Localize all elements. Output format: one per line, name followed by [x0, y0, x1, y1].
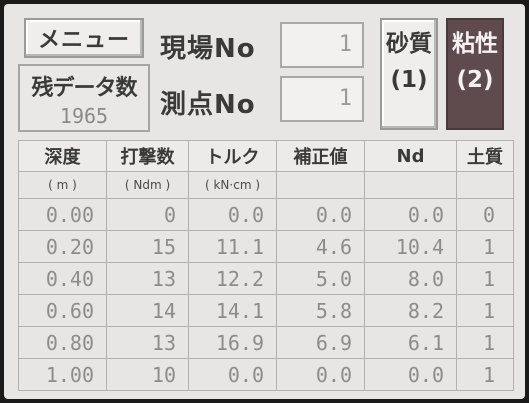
- cell-depth: 0.60: [18, 294, 107, 327]
- cell-torque: 0.0: [188, 198, 277, 231]
- cell-depth: 0.20: [18, 230, 107, 263]
- measurement-table: 深度 打撃数 トルク 補正値 Nd 土質 ( m ) ( Ndm ) ( kN·…: [18, 140, 514, 391]
- cell-blows: 13: [106, 326, 189, 359]
- clay-soil-code: (2): [456, 67, 494, 93]
- sandy-soil-button[interactable]: 砂質 (1): [380, 18, 438, 130]
- cell-blows: 10: [106, 358, 189, 391]
- point-no-label: 測点No: [160, 90, 256, 120]
- header-blows: 打撃数: [106, 140, 189, 172]
- cell-torque: 12.2: [188, 262, 277, 295]
- unit-nd: [364, 171, 457, 199]
- table-row[interactable]: 0.40 13 12.2 5.0 8.0 1: [18, 262, 514, 295]
- clay-soil-button[interactable]: 粘性 (2): [446, 18, 504, 130]
- cell-depth: 0.80: [18, 326, 107, 359]
- site-no-label: 現場No: [160, 34, 256, 64]
- cell-torque: 0.0: [188, 358, 277, 391]
- cell-torque: 11.1: [188, 230, 277, 263]
- cell-soil: 1: [456, 294, 514, 327]
- cell-nd: 6.1: [364, 326, 457, 359]
- remaining-data-value: 1965: [59, 104, 109, 128]
- remaining-data-label: 残データ数: [31, 76, 137, 101]
- cell-soil: 1: [456, 358, 514, 391]
- cell-blows: 13: [106, 262, 189, 295]
- table-row[interactable]: 1.00 10 0.0 0.0 0.0 1: [18, 358, 514, 391]
- cell-soil: 0: [456, 198, 514, 231]
- point-no-field[interactable]: 1: [280, 76, 364, 122]
- cell-nd: 8.0: [364, 262, 457, 295]
- cell-correction: 0.0: [276, 198, 365, 231]
- cell-soil: 1: [456, 262, 514, 295]
- cell-nd: 10.4: [364, 230, 457, 263]
- unit-correction: [276, 171, 365, 199]
- unit-blows: ( Ndm ): [106, 171, 189, 199]
- cell-correction: 5.8: [276, 294, 365, 327]
- unit-soil: [456, 171, 514, 199]
- cell-nd: 0.0: [364, 198, 457, 231]
- header-torque: トルク: [188, 140, 277, 172]
- cell-torque: 16.9: [188, 326, 277, 359]
- cell-correction: 5.0: [276, 262, 365, 295]
- cell-blows: 15: [106, 230, 189, 263]
- device-screen: メニュー 残データ数 1965 現場No 1 測点No 1 砂質 (1) 粘性 …: [4, 4, 525, 399]
- cell-correction: 0.0: [276, 358, 365, 391]
- remaining-data-box: 残データ数 1965: [18, 64, 150, 132]
- cell-nd: 8.2: [364, 294, 457, 327]
- cell-torque: 14.1: [188, 294, 277, 327]
- menu-button[interactable]: メニュー: [24, 18, 144, 58]
- table-row[interactable]: 0.20 15 11.1 4.6 10.4 1: [18, 230, 514, 263]
- table-row[interactable]: 0.60 14 14.1 5.8 8.2 1: [18, 294, 514, 327]
- unit-torque: ( kN·cm ): [188, 171, 277, 199]
- table-header-row: 深度 打撃数 トルク 補正値 Nd 土質: [18, 140, 514, 172]
- sandy-soil-code: (1): [390, 67, 428, 93]
- cell-blows: 14: [106, 294, 189, 327]
- cell-nd: 0.0: [364, 358, 457, 391]
- header-depth: 深度: [18, 140, 107, 172]
- clay-soil-label: 粘性: [452, 31, 498, 57]
- cell-depth: 0.40: [18, 262, 107, 295]
- header-soil: 土質: [456, 140, 514, 172]
- cell-depth: 1.00: [18, 358, 107, 391]
- cell-depth: 0.00: [18, 198, 107, 231]
- table-row[interactable]: 0.00 0 0.0 0.0 0.0 0: [18, 198, 514, 231]
- header-nd: Nd: [364, 140, 457, 172]
- cell-soil: 1: [456, 230, 514, 263]
- site-no-field[interactable]: 1: [280, 22, 364, 68]
- header-correction: 補正値: [276, 140, 365, 172]
- table-row[interactable]: 0.80 13 16.9 6.9 6.1 1: [18, 326, 514, 359]
- cell-blows: 0: [106, 198, 189, 231]
- table-units-row: ( m ) ( Ndm ) ( kN·cm ): [18, 171, 514, 199]
- cell-correction: 6.9: [276, 326, 365, 359]
- cell-soil: 1: [456, 326, 514, 359]
- cell-correction: 4.6: [276, 230, 365, 263]
- unit-depth: ( m ): [18, 171, 107, 199]
- sandy-soil-label: 砂質: [386, 31, 432, 57]
